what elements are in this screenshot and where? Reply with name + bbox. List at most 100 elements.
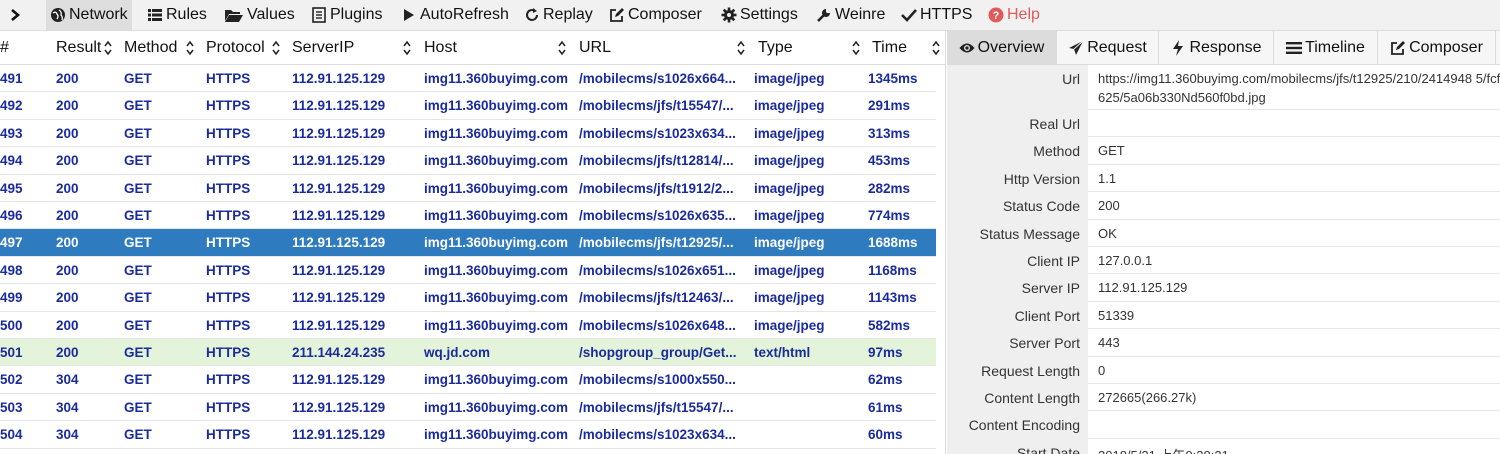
cell-host: img11.360buyimg.com	[424, 208, 569, 223]
tab-request[interactable]: Request	[1057, 31, 1159, 64]
table-row[interactable]: 500 200 GET HTTPS 112.91.125.129 img11.360buy…	[0, 312, 936, 339]
column-header-result[interactable]: Result	[56, 31, 101, 64]
menu-values[interactable]: Values	[220, 0, 299, 30]
column-label: URL	[579, 38, 612, 56]
cell-time: 282ms	[868, 180, 911, 196]
cell-result: 200	[56, 98, 79, 114]
menu-settings-label: Settings	[740, 6, 798, 23]
cell-protocol: HTTPS	[206, 235, 251, 251]
table-row[interactable]: 496 200 GET HTTPS 112.91.125.129 img11.360buy…	[0, 202, 936, 230]
column-header-url[interactable]: URL	[579, 31, 611, 64]
sort-icon[interactable]	[104, 40, 112, 56]
table-row[interactable]: 492 200 GET HTTPS 112.91.125.129 img11.360buy…	[0, 92, 936, 120]
table-row[interactable]: 497 200 GET HTTPS 112.91.125.129 img11.360buy…	[0, 229, 936, 257]
sort-icon[interactable]	[272, 40, 280, 56]
field-row: Content Encoding	[947, 411, 1500, 439]
sort-icon[interactable]	[186, 40, 194, 56]
question-circle-icon: ?	[988, 7, 1004, 23]
menu-autorefresh[interactable]: AutoRefresh	[397, 0, 513, 30]
edit-icon	[609, 7, 625, 23]
cell-number: 500	[0, 317, 23, 333]
table-row[interactable]: 491 200 GET HTTPS 112.91.125.129 img11.360buy…	[0, 65, 936, 93]
field-label: Start Date	[1016, 444, 1080, 454]
cell-method: GET	[124, 71, 152, 86]
column-header-number[interactable]: #	[0, 31, 9, 64]
menu-network[interactable]: Network	[46, 0, 132, 30]
top-menu-bar: Network Rules Values Plugins AutoRefresh…	[0, 0, 1500, 31]
field-row: Client Port 51339	[947, 302, 1500, 330]
menu-https[interactable]: HTTPS	[897, 0, 976, 30]
menu-plugins[interactable]: Plugins	[307, 0, 386, 30]
column-header-method[interactable]: Method	[124, 31, 177, 64]
timeline-icon	[1286, 40, 1303, 56]
menu-settings[interactable]: Settings	[717, 0, 802, 30]
cell-result: 200	[56, 262, 79, 278]
tab-overview[interactable]: Overview	[947, 31, 1057, 64]
overview-panel: Url https://img11.360buyimg.com/mobilecms…	[947, 65, 1500, 454]
eye-icon	[959, 40, 975, 56]
field-label: Server IP	[1021, 280, 1080, 297]
table-row[interactable]: 504 304 GET HTTPS 112.91.125.129 img11.360buy…	[0, 421, 936, 449]
cell-result: 200	[56, 235, 79, 251]
column-label: Result	[56, 38, 102, 56]
field-value: 0	[1098, 362, 1106, 378]
column-header-host[interactable]: Host	[424, 31, 457, 64]
column-header-time[interactable]: Time	[872, 31, 907, 64]
cell-result: 304	[56, 427, 79, 443]
table-row[interactable]: 498 200 GET HTTPS 112.91.125.129 img11.360buy…	[0, 257, 936, 285]
cell-url: /shopgroup_group/Get...	[579, 345, 737, 360]
table-row[interactable]: 495 200 GET HTTPS 112.91.125.129 img11.360buy…	[0, 175, 936, 202]
column-header-protocol[interactable]: Protocol	[206, 31, 265, 64]
column-header-serverip[interactable]: ServerIP	[292, 31, 354, 64]
cell-number: 501	[0, 345, 23, 360]
gear-icon	[721, 7, 737, 23]
svg-text:?: ?	[993, 10, 1000, 22]
cell-url: /mobilecms/s1026x635...	[579, 208, 736, 223]
field-label: Method	[1033, 143, 1080, 160]
tab-composer[interactable]: Composer	[1378, 31, 1496, 64]
menu-replay-label: Replay	[543, 6, 593, 23]
menu-weinre[interactable]: Weinre	[812, 0, 889, 30]
expand-menu-button[interactable]	[0, 0, 30, 30]
tab-response[interactable]: Response	[1159, 31, 1274, 64]
field-label: Status Code	[1002, 198, 1080, 215]
wrench-icon	[816, 7, 832, 23]
field-row: Url https://img11.360buyimg.com/mobilecms…	[947, 65, 1500, 110]
sort-icon[interactable]	[932, 40, 940, 56]
column-label: #	[0, 38, 9, 56]
tab-request-label: Request	[1087, 38, 1147, 56]
cell-method: GET	[124, 262, 152, 278]
cell-method: GET	[124, 290, 152, 306]
table-row[interactable]: 499 200 GET HTTPS 112.91.125.129 img11.360buy…	[0, 284, 936, 312]
folder-open-icon	[224, 7, 244, 23]
tab-timeline[interactable]: Timeline	[1274, 31, 1378, 64]
sort-icon[interactable]	[403, 40, 411, 56]
menu-composer[interactable]: Composer	[605, 0, 706, 30]
cell-number: 494	[0, 153, 23, 169]
menu-help[interactable]: ? Help	[984, 0, 1044, 30]
request-list-header: # Result Method Protocol ServerIP Host U…	[0, 31, 946, 65]
cell-host: img11.360buyimg.com	[424, 98, 569, 114]
menu-rules[interactable]: Rules	[143, 0, 211, 30]
table-row[interactable]: 502 304 GET HTTPS 112.91.125.129 img11.360buy…	[0, 366, 936, 394]
menu-replay[interactable]: Replay	[520, 0, 597, 30]
cell-time: 60ms	[868, 427, 903, 443]
cell-number: 503	[0, 399, 23, 415]
request-list[interactable]: 491 200 GET HTTPS 112.91.125.129 img11.360buy…	[0, 65, 946, 454]
column-header-type[interactable]: Type	[758, 31, 793, 64]
field-label: Content Encoding	[968, 417, 1080, 434]
cell-type: image/jpeg	[754, 98, 825, 114]
cell-server-ip: 112.91.125.129	[292, 235, 386, 251]
cell-server-ip: 112.91.125.129	[292, 399, 386, 415]
sort-icon[interactable]	[852, 40, 860, 56]
table-row[interactable]: 494 200 GET HTTPS 112.91.125.129 img11.360buy…	[0, 147, 936, 175]
field-value: OK	[1098, 225, 1117, 241]
sort-icon[interactable]	[737, 40, 745, 56]
document-icon	[311, 7, 327, 23]
sort-icon[interactable]	[558, 40, 566, 56]
cell-number: 504	[0, 427, 23, 443]
table-row[interactable]: 503 304 GET HTTPS 112.91.125.129 img11.360buy…	[0, 394, 936, 422]
field-value: 127.0.0.1	[1098, 253, 1153, 268]
table-row[interactable]: 493 200 GET HTTPS 112.91.125.129 img11.360buy…	[0, 120, 936, 148]
table-row[interactable]: 501 200 GET HTTPS 211.144.24.235 wq.jd.com/sh…	[0, 339, 936, 367]
